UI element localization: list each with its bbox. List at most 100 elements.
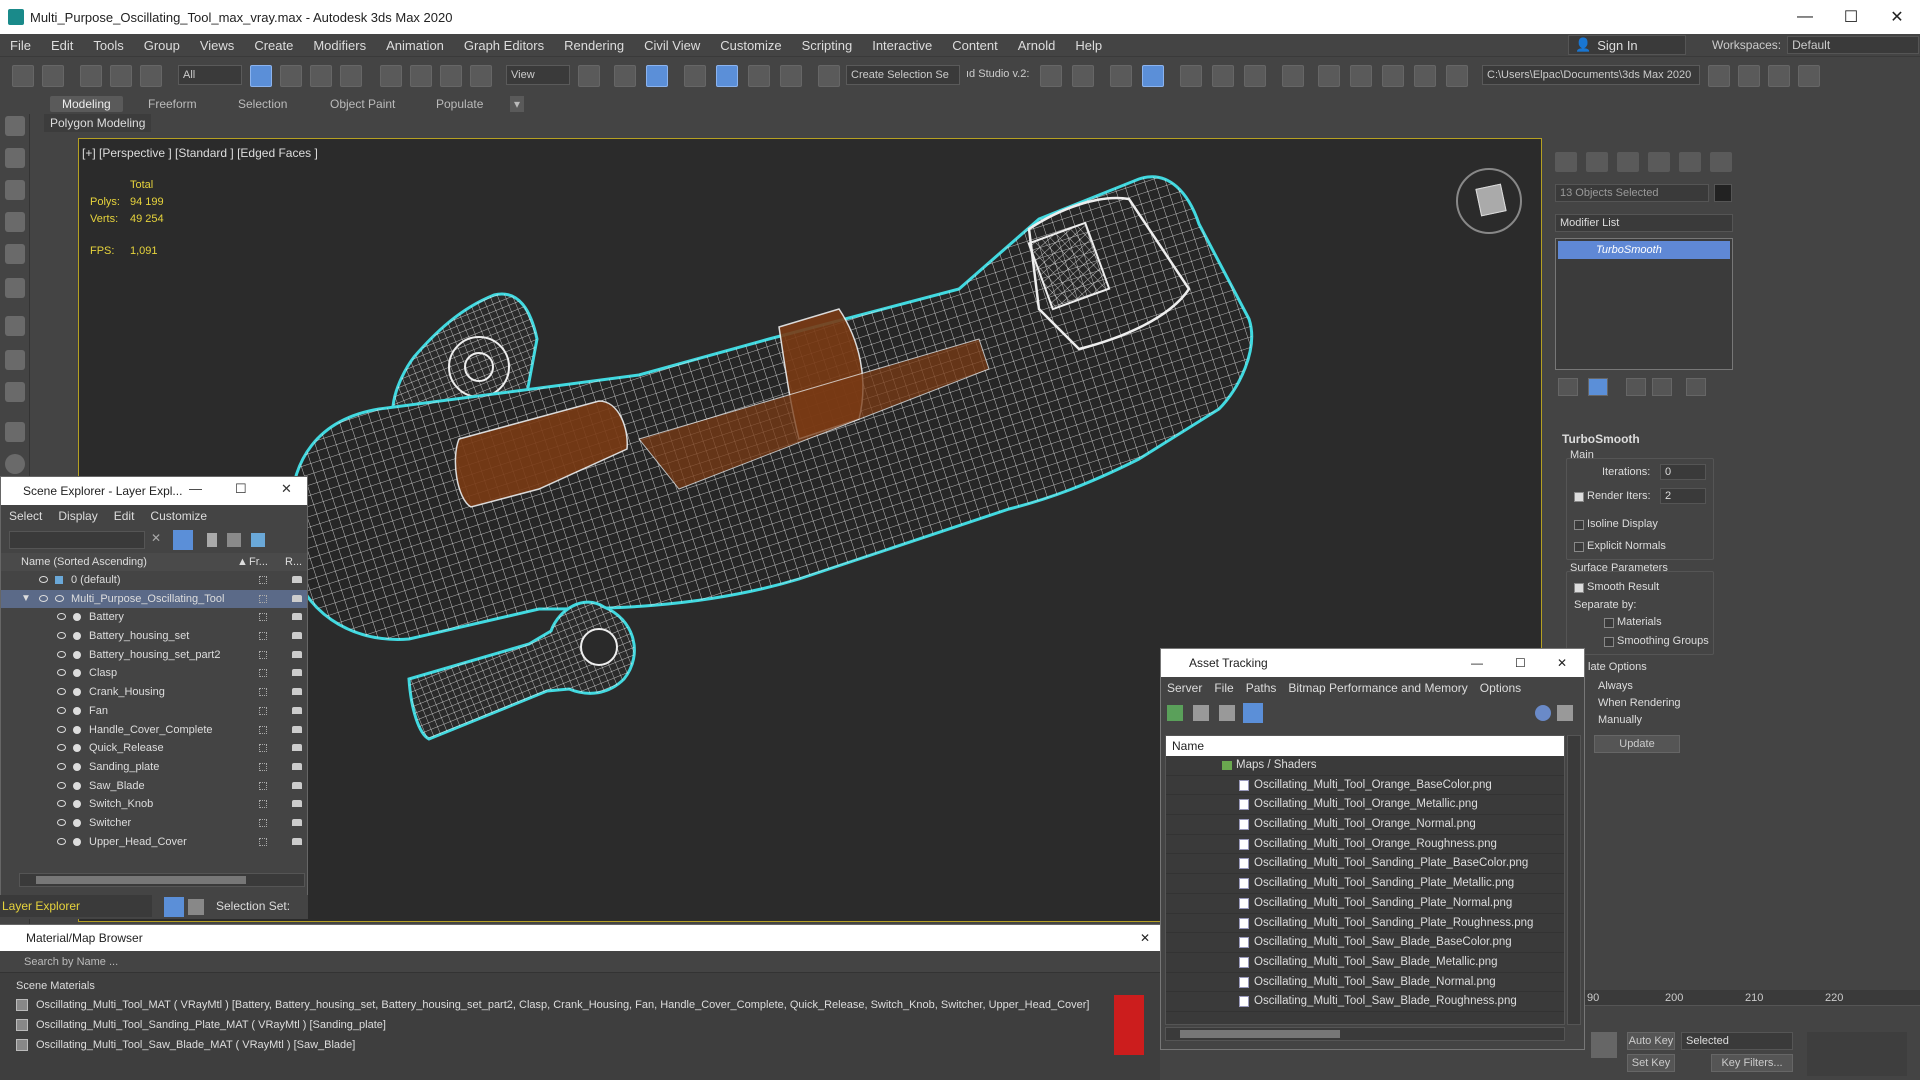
turbosmooth-rollout-title[interactable]: TurboSmooth xyxy=(1562,432,1640,446)
batch-render-icon[interactable] xyxy=(1768,65,1790,87)
render-icon[interactable] xyxy=(292,688,302,696)
at-menu-bitmap-performance[interactable]: Bitmap Performance and Memory xyxy=(1282,681,1473,695)
explicit-normals-checkbox[interactable] xyxy=(1574,542,1584,552)
freeze-icon[interactable] xyxy=(259,594,267,603)
modify-icon[interactable] xyxy=(5,148,25,168)
key-selection-dropdown[interactable]: Selected xyxy=(1681,1032,1793,1050)
asset-row[interactable]: Oscillating_Multi_Tool_Sanding_Plate_Bas… xyxy=(1166,854,1564,875)
new-layer-icon[interactable] xyxy=(227,533,241,547)
hierarchy-icon[interactable] xyxy=(5,180,25,200)
asset-row[interactable]: Oscillating_Multi_Tool_Orange_Roughness.… xyxy=(1166,835,1564,855)
column-name[interactable]: Name (Sorted Ascending) xyxy=(21,553,147,571)
list-view-icon[interactable] xyxy=(1193,705,1209,721)
expand-icon[interactable]: ▼ xyxy=(21,590,31,608)
rectangular-selection-icon[interactable] xyxy=(310,65,332,87)
place-icon[interactable] xyxy=(470,65,492,87)
set-key-button[interactable]: Set Key xyxy=(1627,1054,1675,1072)
render-in-cloud-icon[interactable] xyxy=(1414,65,1436,87)
vertical-scrollbar[interactable] xyxy=(1567,735,1581,1025)
render-icon[interactable] xyxy=(292,594,302,602)
render-icon[interactable] xyxy=(292,706,302,714)
visibility-icon[interactable] xyxy=(57,837,66,845)
visibility-icon[interactable] xyxy=(55,594,64,602)
light-icon[interactable] xyxy=(5,278,25,298)
help-icon[interactable] xyxy=(1535,705,1551,721)
object-name-field[interactable]: 13 Objects Selected xyxy=(1555,184,1709,202)
set-key-icon[interactable] xyxy=(1591,1032,1617,1058)
render-icon[interactable] xyxy=(292,669,302,677)
visibility-icon[interactable] xyxy=(57,669,66,677)
freeze-icon[interactable] xyxy=(259,762,267,771)
always-radio-label[interactable]: Always xyxy=(1598,680,1633,692)
object-color-swatch[interactable] xyxy=(1714,184,1732,202)
viewcube-cube-icon[interactable] xyxy=(1475,183,1507,217)
modifier-turbosmooth[interactable]: TurboSmooth xyxy=(1558,241,1730,259)
bind-space-warp-icon[interactable] xyxy=(140,65,162,87)
column-freeze[interactable]: Fr... xyxy=(249,553,268,571)
material-browser-titlebar[interactable]: Material/Map Browser ✕ xyxy=(0,925,1160,951)
se-menu-customize[interactable]: Customize xyxy=(142,509,215,523)
layer-explorer-dropdown[interactable]: Layer Explorer xyxy=(0,895,152,917)
visibility-icon[interactable] xyxy=(57,706,66,714)
align-icon[interactable] xyxy=(1072,65,1094,87)
menu-scripting[interactable]: Scripting xyxy=(792,38,863,53)
tab-selection[interactable]: Selection xyxy=(226,96,299,112)
systems-icon[interactable] xyxy=(5,382,25,402)
hierarchy-sort-icon[interactable] xyxy=(188,899,204,915)
modify-panel-icon[interactable] xyxy=(1586,152,1608,172)
freeze-icon[interactable] xyxy=(259,818,267,827)
window-crossing-icon[interactable] xyxy=(340,65,362,87)
minimize-button[interactable]: — xyxy=(1782,0,1828,34)
se-menu-edit[interactable]: Edit xyxy=(106,509,143,523)
render-iters-checkbox[interactable] xyxy=(1574,492,1584,502)
render-icon[interactable] xyxy=(292,650,302,658)
freeze-icon[interactable] xyxy=(259,800,267,809)
at-menu-file[interactable]: File xyxy=(1208,681,1239,695)
menu-views[interactable]: Views xyxy=(190,38,244,53)
visibility-icon[interactable] xyxy=(57,688,66,696)
refresh-icon[interactable] xyxy=(1167,705,1183,721)
close-icon[interactable]: ✕ xyxy=(1140,925,1150,951)
material-editor-icon[interactable] xyxy=(1282,65,1304,87)
visibility-icon[interactable] xyxy=(57,818,66,826)
workspaces-dropdown[interactable]: Default xyxy=(1787,36,1920,54)
minimize-icon[interactable]: — xyxy=(1471,649,1483,677)
key-filters-button[interactable]: Key Filters... xyxy=(1711,1054,1793,1072)
undo-icon[interactable] xyxy=(12,65,34,87)
viewport-navigation-controls[interactable] xyxy=(1807,1032,1907,1076)
configure-modifier-sets-icon[interactable] xyxy=(1686,378,1706,396)
iterations-spinner[interactable]: 0 xyxy=(1660,464,1706,480)
visibility-icon[interactable] xyxy=(57,632,66,640)
curve-editor-icon[interactable] xyxy=(1212,65,1234,87)
list-item[interactable]: Sanding_plate xyxy=(1,758,307,777)
maximize-button[interactable]: ☐ xyxy=(1828,0,1874,34)
asset-row[interactable]: Oscillating_Multi_Tool_Orange_Metallic.p… xyxy=(1166,795,1564,816)
asset-row[interactable]: Oscillating_Multi_Tool_Orange_BaseColor.… xyxy=(1166,776,1564,796)
maximize-icon[interactable]: ☐ xyxy=(1515,649,1526,677)
menu-customize[interactable]: Customize xyxy=(710,38,791,53)
select-manipulate-icon[interactable] xyxy=(614,65,636,87)
scene-explorer-titlebar[interactable]: Scene Explorer - Layer Expl... — ☐ ✕ xyxy=(1,477,307,505)
tab-modeling[interactable]: Modeling xyxy=(50,96,123,112)
tab-populate[interactable]: Populate xyxy=(424,96,495,112)
visibility-icon[interactable] xyxy=(57,781,66,789)
horizontal-scrollbar[interactable] xyxy=(19,873,305,887)
freeze-icon[interactable] xyxy=(259,632,267,641)
viewcube[interactable] xyxy=(1456,168,1522,234)
visibility-icon[interactable] xyxy=(57,744,66,752)
angle-snap-icon[interactable] xyxy=(716,65,738,87)
material-row[interactable]: Oscillating_Multi_Tool_Sanding_Plate_MAT… xyxy=(14,1015,1144,1035)
menu-animation[interactable]: Animation xyxy=(376,38,454,53)
link-icon[interactable] xyxy=(80,65,102,87)
keyboard-shortcut-override-icon[interactable] xyxy=(646,65,668,87)
update-button[interactable]: Update xyxy=(1594,735,1680,753)
freeze-icon[interactable] xyxy=(259,669,267,678)
list-item[interactable]: Upper_Head_Cover xyxy=(1,833,307,852)
freeze-icon[interactable] xyxy=(259,725,267,734)
project-path-dropdown[interactable]: C:\Users\Elpac\Documents\3ds Max 2020 xyxy=(1482,65,1700,85)
asset-row[interactable]: Oscillating_Multi_Tool_Sanding_Plate_Rou… xyxy=(1166,914,1564,934)
render-icon[interactable] xyxy=(292,800,302,808)
visibility-icon[interactable] xyxy=(57,725,66,733)
smooth-result-checkbox[interactable] xyxy=(1574,583,1584,593)
asset-row[interactable]: Oscillating_Multi_Tool_Sanding_Plate_Met… xyxy=(1166,874,1564,894)
